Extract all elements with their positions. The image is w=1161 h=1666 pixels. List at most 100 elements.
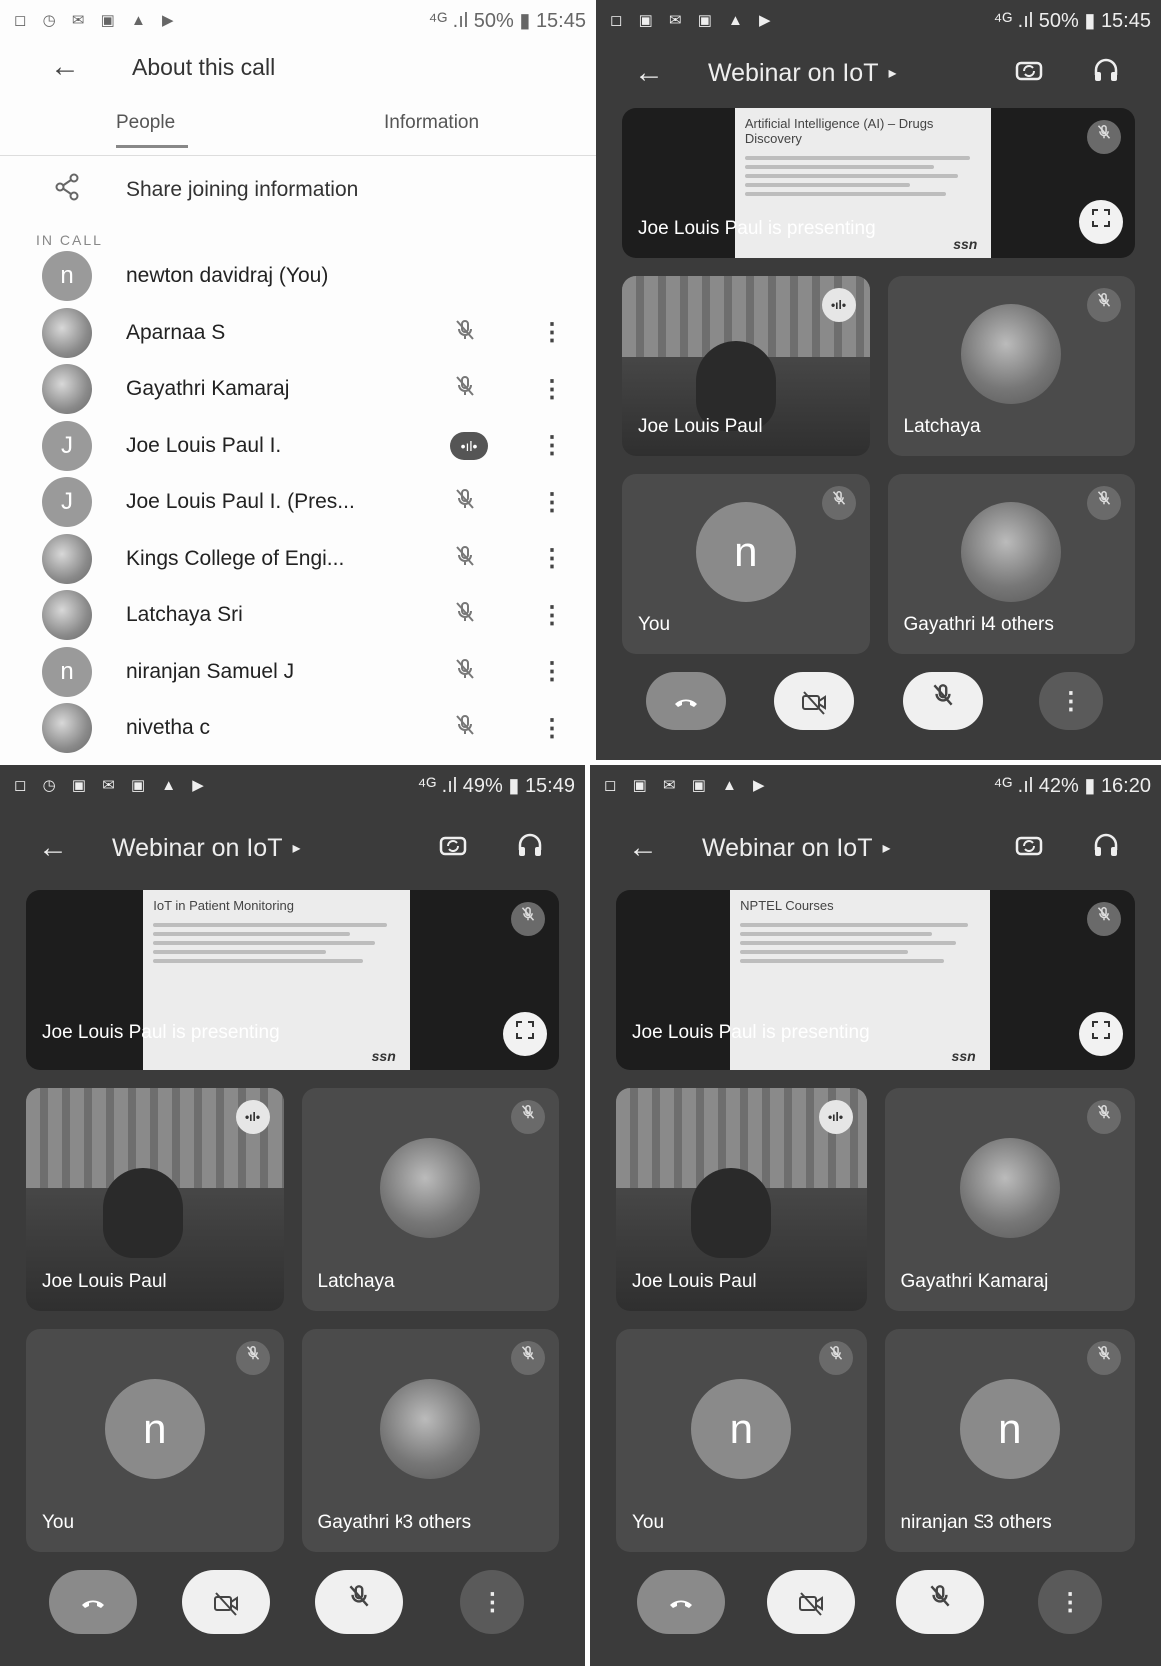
participant-name: You xyxy=(638,614,671,635)
participant-tile[interactable]: •ıl• Joe Louis Paul xyxy=(622,276,870,456)
more-options-icon[interactable]: ⋮ xyxy=(540,657,564,686)
back-arrow-icon[interactable]: ← xyxy=(38,831,98,865)
camera-toggle-button[interactable] xyxy=(181,1570,270,1634)
header-actions xyxy=(438,830,545,867)
mic-off-icon xyxy=(1087,486,1121,520)
notification-icons: ◻ ◷ ✉ ▣ ▲ ▶ xyxy=(14,12,180,29)
participant-name: Joe Louis Paul xyxy=(632,1271,757,1292)
participant-name: Joe Louis Paul I. (Pres... xyxy=(126,490,355,514)
mic-off-icon xyxy=(452,712,478,744)
participant-row[interactable]: n newton davidraj (You) xyxy=(0,248,596,305)
mic-off-icon xyxy=(1087,1100,1121,1134)
meeting-title[interactable]: Webinar on IoT xyxy=(708,59,878,88)
call-header: ← Webinar on IoT ▸ xyxy=(590,823,1161,873)
participant-row[interactable]: J Joe Louis Paul I. •ıl• ⋮ xyxy=(0,418,596,475)
switch-camera-icon[interactable] xyxy=(438,836,515,866)
network-icon: ⁴ᴳ .ıl xyxy=(417,774,458,797)
mic-off-icon xyxy=(818,1341,853,1375)
more-options-button[interactable]: ⋮ xyxy=(460,1570,525,1634)
participant-row[interactable]: Gayathri Kamaraj ⋮ xyxy=(0,361,596,418)
mic-toggle-button[interactable] xyxy=(902,672,983,730)
meet-call-screen: ◻ ▣ ✉ ▣ ▲ ▶ ⁴ᴳ .ıl 42% ▮ 16:20 ← Webinar… xyxy=(590,765,1161,1666)
more-options-icon[interactable]: ⋮ xyxy=(540,488,564,517)
switch-camera-icon[interactable] xyxy=(1014,836,1091,866)
meeting-title[interactable]: Webinar on IoT xyxy=(112,834,282,863)
avatar: n xyxy=(42,646,92,697)
more-options-icon[interactable]: ⋮ xyxy=(540,601,564,630)
audio-output-icon[interactable] xyxy=(1091,833,1121,866)
caret-right-icon: ▸ xyxy=(888,65,897,82)
participant-tile[interactable]: Gayathri Kamaraj3 others xyxy=(301,1329,559,1552)
presentation-tile[interactable]: IoT in Patient Monitoring ssn Joe Louis … xyxy=(26,890,559,1070)
tab-people[interactable]: People xyxy=(116,112,175,134)
more-options-icon: ⋮ xyxy=(1058,1571,1082,1635)
switch-camera-icon[interactable] xyxy=(1014,61,1091,91)
mic-off-icon xyxy=(452,656,478,688)
active-tab-indicator xyxy=(116,145,188,148)
participant-tile[interactable]: n You xyxy=(622,474,870,654)
more-options-icon[interactable]: ⋮ xyxy=(540,431,564,460)
participant-tile[interactable]: n niranjan Samuel J3 others xyxy=(884,1329,1135,1552)
meeting-title[interactable]: Webinar on IoT xyxy=(702,834,872,863)
notification-icons: ◻ ▣ ✉ ▣ ▲ ▶ xyxy=(610,12,777,29)
participant-name: Joe Louis Paul xyxy=(638,416,763,437)
presentation-tile[interactable]: Artificial Intelligence (AI) – Drugs Dis… xyxy=(622,108,1135,258)
share-joining-info-button[interactable]: Share joining information xyxy=(0,162,596,217)
audio-output-icon[interactable] xyxy=(1091,58,1121,91)
participant-row[interactable]: Kings College of Engi... ⋮ xyxy=(0,531,596,588)
participant-name: newton davidraj (You) xyxy=(126,264,329,288)
fullscreen-icon[interactable] xyxy=(503,1012,547,1056)
tile-label: Latchaya xyxy=(904,416,981,438)
audio-output-icon[interactable] xyxy=(515,833,545,866)
more-options-icon[interactable]: ⋮ xyxy=(540,318,564,347)
more-options-icon[interactable]: ⋮ xyxy=(540,544,564,573)
tab-bar: People Information xyxy=(0,100,596,156)
camera-toggle-button[interactable] xyxy=(766,1570,855,1634)
participant-tile[interactable]: Latchaya xyxy=(887,276,1135,456)
participant-row[interactable]: n niranjan Samuel J ⋮ xyxy=(0,644,596,701)
back-arrow-icon[interactable]: ← xyxy=(628,831,688,865)
participant-name: Gayathri Kamaraj xyxy=(903,614,986,635)
camera-toggle-button[interactable] xyxy=(774,672,855,730)
battery-level: 50% xyxy=(473,9,514,32)
end-call-button[interactable] xyxy=(48,1570,137,1634)
end-call-button[interactable] xyxy=(636,1570,725,1634)
participant-tile[interactable]: n You xyxy=(26,1329,284,1552)
fullscreen-icon[interactable] xyxy=(1079,200,1123,244)
mic-toggle-button[interactable] xyxy=(315,1570,404,1634)
participant-name: niranjan Samuel J xyxy=(126,659,295,683)
back-arrow-icon[interactable]: ← xyxy=(634,56,694,90)
participant-tile[interactable]: Latchaya xyxy=(301,1088,559,1311)
share-icon xyxy=(52,172,92,208)
participant-tile[interactable]: Gayathri Kamaraj xyxy=(884,1088,1135,1311)
notification-icons: ◻ ▣ ✉ ▣ ▲ ▶ xyxy=(604,777,771,794)
more-options-icon: ⋮ xyxy=(1058,1588,1083,1616)
status-right: ⁴ᴳ .ıl 50% ▮ 15:45 xyxy=(993,9,1151,32)
participant-row[interactable]: nivetha c ⋮ xyxy=(0,700,596,757)
more-options-button[interactable]: ⋮ xyxy=(1038,1570,1103,1635)
participant-tile[interactable]: n You xyxy=(616,1329,867,1552)
more-options-icon[interactable]: ⋮ xyxy=(540,375,564,404)
more-options-icon: ⋮ xyxy=(1059,673,1083,731)
participant-row[interactable]: Aparnaa S ⋮ xyxy=(0,305,596,362)
participant-tile[interactable]: Gayathri Kamaraj4 others xyxy=(887,474,1135,654)
tab-information[interactable]: Information xyxy=(384,112,479,134)
participant-tile[interactable]: •ıl• Joe Louis Paul xyxy=(26,1088,284,1311)
more-options-icon[interactable]: ⋮ xyxy=(540,714,564,743)
fullscreen-icon[interactable] xyxy=(1079,1012,1123,1056)
tile-label: Latchaya xyxy=(318,1271,395,1293)
mic-toggle-button[interactable] xyxy=(896,1570,985,1634)
tile-label: Joe Louis Paul xyxy=(42,1271,167,1293)
mic-off-icon xyxy=(452,317,478,349)
back-arrow-icon[interactable]: ← xyxy=(50,50,110,84)
participant-row[interactable]: Latchaya Sri ⋮ xyxy=(0,587,596,644)
tile-label: Joe Louis Paul xyxy=(632,1271,757,1293)
end-call-button[interactable] xyxy=(646,672,727,730)
more-options-button[interactable]: ⋮ xyxy=(1038,672,1103,731)
participant-row[interactable]: J Joe Louis Paul I. (Pres... ⋮ xyxy=(0,474,596,531)
presentation-tile[interactable]: NPTEL Courses ssn Joe Louis Paul is pres… xyxy=(616,890,1135,1070)
mic-off-icon xyxy=(452,373,478,405)
participant-tile[interactable]: •ıl• Joe Louis Paul xyxy=(616,1088,867,1311)
mic-off-icon xyxy=(1087,1341,1121,1375)
avatar xyxy=(380,1378,481,1479)
